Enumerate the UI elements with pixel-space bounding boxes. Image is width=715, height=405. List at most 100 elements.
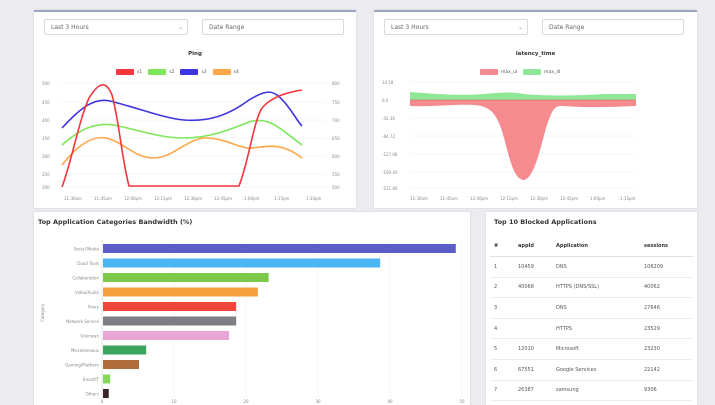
table-cell: 2 <box>490 277 514 299</box>
table-cell: samsung <box>552 380 640 402</box>
table-cell: 7 <box>490 380 514 402</box>
bandwidth-panel: Top Application Categories Bandwidth (%)… <box>34 212 470 405</box>
table-row[interactable]: 6 67551 Google Services 22142 <box>490 359 693 381</box>
table-cell: Google Services <box>552 359 640 381</box>
category-label: Miscellaneous <box>71 348 99 353</box>
bar[interactable] <box>103 374 111 384</box>
x-tick: 50 <box>459 399 465 404</box>
y-tick: -84.72 <box>382 134 395 139</box>
table-row[interactable]: 5 12010 Microsoft 23230 <box>490 338 693 360</box>
y-right-tick: 550 <box>332 172 340 177</box>
table-cell: 36057 <box>514 400 552 405</box>
y-tick: -211.80 <box>382 186 398 191</box>
series-line-s2 <box>61 119 303 146</box>
y-right-tick: 500 <box>332 185 340 190</box>
table-cell: 23529 <box>640 318 693 340</box>
x-tick: 1:15pm <box>274 196 290 201</box>
grid-lines <box>61 82 327 188</box>
series-line-s3 <box>61 91 303 129</box>
table-cell: 5 <box>490 338 514 360</box>
x-tick: 1:00pm <box>244 196 260 201</box>
x-tick: 20 <box>243 399 249 404</box>
x-tick: 12:00pm <box>124 196 142 201</box>
x-tick: 40 <box>387 399 393 404</box>
table-row[interactable]: 2 40068 HTTPS (DNS/SSL) 40062 <box>490 277 693 299</box>
y-right-tick: 800 <box>332 81 340 86</box>
bar[interactable] <box>103 287 258 297</box>
table-cell <box>514 318 552 340</box>
ping-line-chart: 500 450 400 350 300 250 200 800 750 700 … <box>42 81 340 201</box>
bar[interactable] <box>103 244 456 253</box>
table-cell: 4 <box>490 318 514 340</box>
x-tick: 12:45pm <box>560 196 578 201</box>
category-label: Unknown <box>80 334 99 339</box>
category-label: Social Media <box>74 247 100 252</box>
table-cell: 23230 <box>640 338 693 360</box>
y-tick: 14.18 <box>382 80 394 85</box>
x-tick: 11:30am <box>64 196 82 201</box>
y-right-tick: 700 <box>332 118 340 123</box>
bar-chart-area: Category Social Media Cloud Tools Collabor… <box>34 212 470 405</box>
bar[interactable] <box>103 345 147 355</box>
category-label: Video/Audio <box>75 290 99 295</box>
x-axis-ticks: 11:30am 11:45am 12:00pm 12:15pm 12:30pm … <box>64 196 322 201</box>
table-cell: 6523 <box>640 400 693 405</box>
table-cell: WhatsApp <box>552 400 640 405</box>
table-row[interactable]: 1 10459 DNS 106209 <box>490 256 693 278</box>
bar[interactable] <box>103 302 237 311</box>
bar[interactable] <box>103 360 139 369</box>
table-row[interactable]: 4 HTTPS 23529 <box>490 318 693 340</box>
x-tick: 1:15pm <box>620 196 636 201</box>
bar[interactable] <box>103 273 269 282</box>
area-max-ul <box>410 100 636 180</box>
column-header[interactable]: appId <box>514 236 552 257</box>
column-header[interactable]: Application <box>552 236 640 257</box>
table-cell: 67551 <box>514 359 552 381</box>
y-tick: -169.44 <box>382 170 398 175</box>
bars-group <box>103 244 456 398</box>
category-label: Gaming/Platform <box>65 363 99 368</box>
area-max-dl <box>410 92 636 100</box>
bar[interactable] <box>103 316 237 326</box>
category-label: Others <box>86 392 99 397</box>
table-cell: HTTPS (DNS/SSL) <box>552 277 640 299</box>
y-right-tick: 750 <box>332 100 340 105</box>
category-label: Proxy <box>88 305 100 310</box>
y-right-tick: 650 <box>332 136 340 141</box>
x-tick: 0 <box>101 399 104 404</box>
y-tick: -42.36 <box>382 116 395 121</box>
category-label: Email/IT <box>83 377 100 382</box>
column-header[interactable]: # <box>490 236 514 257</box>
blocked-apps-table: # appId Application sessions 1 10459 DNS 10… <box>490 236 693 405</box>
table-row[interactable]: 7 26387 samsung 9306 <box>490 380 693 402</box>
panel-title: Top 10 Blocked Applications <box>494 218 597 226</box>
category-label: Collaboration <box>72 276 99 281</box>
x-tick: 12:45pm <box>214 196 232 201</box>
table-header-row: # appId Application sessions <box>490 236 693 257</box>
y-left-tick: 250 <box>42 172 50 177</box>
y-left-tick: 400 <box>42 118 50 123</box>
category-labels: Social Media Cloud Tools Collaboration Vide… <box>65 247 99 397</box>
ping-panel: Last 3 Hours ⌄ Date Range Ping s1 s2 s3 … <box>34 10 356 208</box>
table-cell: 3 <box>490 297 514 319</box>
category-label: Network Service <box>66 319 99 324</box>
y-left-tick: 500 <box>42 81 50 86</box>
table-row[interactable]: 3 DNS 27646 <box>490 297 693 319</box>
bar[interactable] <box>103 331 229 340</box>
x-tick: 12:30pm <box>530 196 548 201</box>
latency-area-chart: 14.18 0.0 -42.36 -84.72 -127.08 -169.44 … <box>382 80 636 201</box>
bar[interactable] <box>103 389 109 398</box>
y-left-tick: 300 <box>42 154 50 159</box>
y-left-tick: 200 <box>42 185 50 190</box>
table-cell: 10459 <box>514 256 552 278</box>
table-cell: 40068 <box>514 277 552 299</box>
series-line-s4 <box>61 136 303 166</box>
y-right-tick: 600 <box>332 154 340 159</box>
table-row[interactable]: 836057WhatsApp6523 <box>490 400 693 405</box>
bar[interactable] <box>103 258 381 268</box>
latency-panel: Last 3 Hours ⌄ Date Range latency_time m… <box>374 10 697 208</box>
table-cell: 6 <box>490 359 514 381</box>
column-header[interactable]: sessions <box>640 236 693 257</box>
y-tick: -127.08 <box>382 152 398 157</box>
table-cell: 1 <box>490 256 514 278</box>
